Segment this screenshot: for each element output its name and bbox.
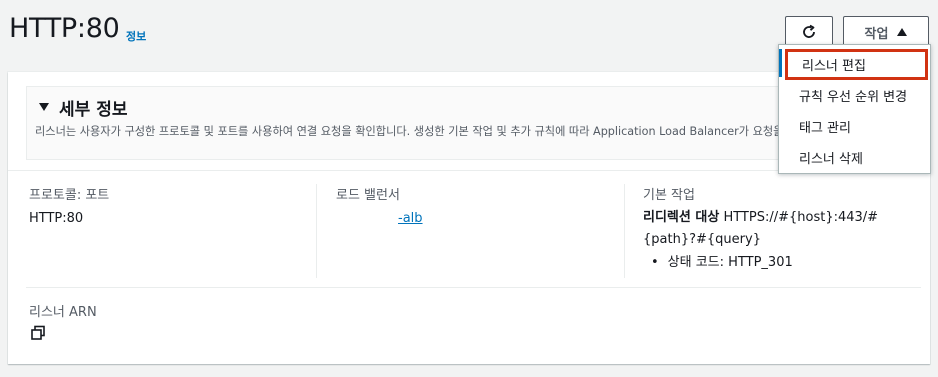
load-balancer-column: 로드 밸런서 -alb	[336, 184, 423, 226]
listener-arn-label: 리스너 ARN	[29, 305, 97, 320]
expand-caret-icon[interactable]	[39, 103, 49, 111]
copy-icon[interactable]	[30, 325, 46, 341]
redirect-target-line2: {path}?#{query}	[643, 232, 761, 247]
menu-selection-accent	[779, 49, 782, 77]
action-type: 리디렉션 대상	[643, 210, 720, 225]
redirect-target-line1: HTTPS://#{host}:443/#	[723, 210, 879, 225]
default-action-label: 기본 작업	[643, 188, 695, 203]
menu-item-change-rule-priority[interactable]: 규칙 우선 순위 변경	[779, 80, 930, 110]
load-balancer-link[interactable]: -alb	[398, 211, 423, 226]
actions-dropdown-menu: 리스너 편집 규칙 우선 순위 변경 태그 관리 리스너 삭제	[778, 44, 931, 174]
default-action-column: 기본 작업 리디렉션 대상 HTTPS://#{host}:443/# {pat…	[643, 184, 923, 270]
menu-item-manage-tags[interactable]: 태그 관리	[779, 111, 930, 141]
protocol-port-label: 프로토콜: 포트	[29, 188, 110, 203]
load-balancer-value: -alb	[336, 211, 423, 226]
load-balancer-label: 로드 밸런서	[336, 188, 400, 203]
menu-item-delete-listener[interactable]: 리스너 삭제	[779, 142, 930, 172]
page-title: HTTP:80	[9, 13, 120, 44]
actions-button-label: 작업	[864, 26, 889, 42]
section-title: 세부 정보	[59, 100, 128, 120]
caret-up-icon	[897, 28, 908, 36]
column-divider	[624, 184, 625, 278]
row-divider	[26, 287, 921, 288]
protocol-port-value: HTTP:80	[29, 211, 84, 226]
default-action-value: 리디렉션 대상 HTTPS://#{host}:443/# {path}?#{q…	[643, 207, 923, 251]
menu-item-edit-listener[interactable]: 리스너 편집	[785, 49, 928, 80]
refresh-icon	[803, 24, 815, 38]
protocol-port-column: 프로토콜: 포트 HTTP:80	[29, 184, 109, 226]
status-code: 상태 코드: HTTP_301	[651, 251, 923, 270]
column-divider	[316, 184, 317, 278]
info-link[interactable]: 정보	[126, 28, 146, 44]
